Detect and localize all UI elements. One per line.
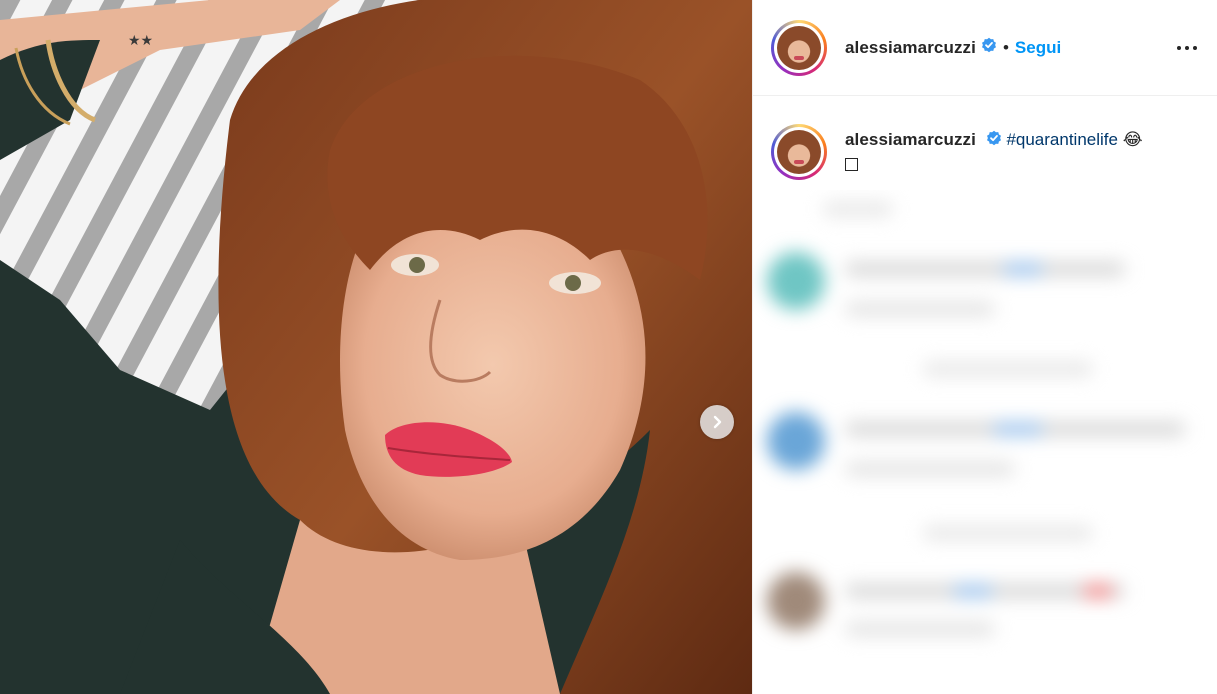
comment-avatar: [767, 412, 825, 470]
caption-username-link[interactable]: alessiamarcuzzi: [845, 130, 976, 149]
caption-text: alessiamarcuzzi #quarantinelife 😂: [845, 124, 1143, 180]
avatar-image: [777, 25, 821, 70]
verified-badge-icon: [986, 129, 1002, 153]
comment-avatar: [767, 572, 825, 630]
comments-list-blurred: [753, 190, 1217, 694]
svg-text:★★: ★★: [128, 33, 153, 49]
photo-image: ★★: [0, 0, 752, 694]
hashtag-link[interactable]: #quarantinelife: [1006, 130, 1118, 149]
post-photo: ★★: [0, 0, 752, 694]
caption-avatar-image: [777, 130, 821, 174]
laughing-emoji: 😂: [1122, 130, 1143, 149]
username-link[interactable]: alessiamarcuzzi: [845, 38, 976, 58]
more-options-icon[interactable]: [1175, 36, 1199, 60]
avatar[interactable]: [771, 19, 827, 76]
missing-glyph-box: [845, 157, 858, 171]
next-photo-button[interactable]: [700, 405, 734, 439]
post-side-panel: alessiamarcuzzi • Segui alessiamarcuzzi …: [752, 0, 1217, 694]
separator-dot: •: [1002, 37, 1009, 57]
verified-badge-icon: [981, 37, 997, 58]
post-caption: alessiamarcuzzi #quarantinelife 😂: [753, 96, 1217, 180]
caption-avatar[interactable]: [771, 124, 827, 180]
comment-avatar: [767, 252, 825, 310]
post-header: alessiamarcuzzi • Segui: [753, 0, 1217, 96]
follow-button[interactable]: Segui: [1015, 38, 1061, 58]
chevron-right-icon: [713, 415, 722, 429]
